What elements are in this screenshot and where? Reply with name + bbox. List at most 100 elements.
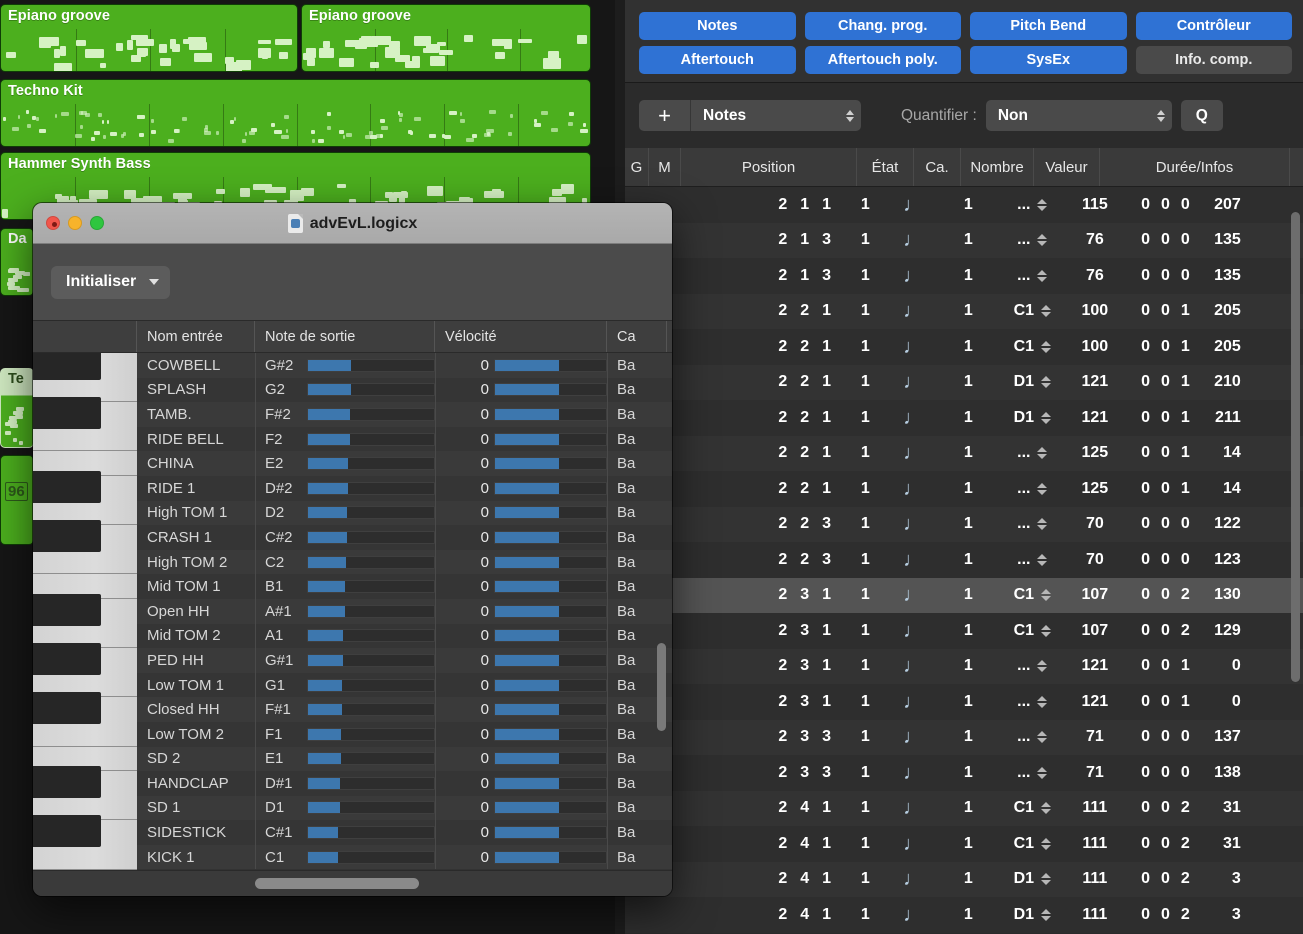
mapper-column-header-out[interactable]: Note de sortie: [255, 321, 435, 352]
velocity-slider[interactable]: [494, 605, 607, 618]
output-note-slider[interactable]: [307, 777, 435, 790]
output-note-cell[interactable]: F2: [255, 427, 435, 452]
list-item[interactable]: CHINAE20Ba: [137, 451, 672, 476]
velocity-slider[interactable]: [494, 531, 607, 544]
mapper-table-body[interactable]: COWBELLG#20BaSPLASHG20BaTAMB.F#20BaRIDE …: [33, 353, 672, 870]
column-header-ca[interactable]: Ca.: [914, 148, 961, 186]
channel-cell[interactable]: Ba: [607, 402, 667, 427]
velocity-cell[interactable]: 0: [435, 451, 607, 476]
table-row[interactable]: 2211♩1D1121001211: [625, 400, 1303, 436]
list-item[interactable]: HANDCLAPD#10Ba: [137, 771, 672, 796]
list-item[interactable]: SIDESTICKC#10Ba: [137, 820, 672, 845]
cell-etat[interactable]: 1: [839, 826, 891, 862]
column-header-valeur[interactable]: Valeur: [1034, 148, 1100, 186]
cell-etat[interactable]: 1: [839, 436, 891, 472]
channel-cell[interactable]: Ba: [607, 845, 667, 870]
output-note-cell[interactable]: F1: [255, 722, 435, 747]
cell-nombre[interactable]: 1: [935, 187, 1002, 223]
cell-duree[interactable]: 000123: [1127, 551, 1303, 569]
cell-valeur[interactable]: ...: [1002, 542, 1063, 578]
list-item[interactable]: Mid TOM 1B10Ba: [137, 574, 672, 599]
cell-nombre[interactable]: 1: [935, 826, 1002, 862]
cell-valeur[interactable]: D1: [1002, 862, 1063, 898]
velocity-slider[interactable]: [494, 703, 607, 716]
list-item[interactable]: SD 1D10Ba: [137, 796, 672, 821]
cell-etat[interactable]: 1: [839, 578, 891, 614]
cell-nombre[interactable]: 1: [935, 329, 1002, 365]
cell-nombre[interactable]: 1: [935, 720, 1002, 756]
piano-black-key[interactable]: [33, 643, 101, 675]
velocity-slider[interactable]: [494, 383, 607, 396]
cell-position[interactable]: 213: [677, 258, 840, 294]
cell-etat[interactable]: 1: [839, 365, 891, 401]
table-row[interactable]: 2131♩1...76000135: [625, 258, 1303, 294]
cell-position[interactable]: 221: [677, 400, 840, 436]
output-note-slider[interactable]: [307, 383, 435, 396]
cell-duree[interactable]: 00231: [1127, 835, 1303, 853]
mapper-column-header-name[interactable]: Nom entrée: [137, 321, 255, 352]
velocity-slider[interactable]: [494, 777, 607, 790]
output-note-cell[interactable]: C#1: [255, 820, 435, 845]
output-note-slider[interactable]: [307, 728, 435, 741]
mapper-rows[interactable]: COWBELLG#20BaSPLASHG20BaTAMB.F#20BaRIDE …: [137, 353, 672, 870]
cell-etat[interactable]: 1: [839, 897, 891, 933]
piano-white-key[interactable]: [33, 722, 137, 747]
preset-popup-button[interactable]: Initialiser: [51, 266, 170, 299]
cell-etat[interactable]: 1: [839, 471, 891, 507]
cell-velocity[interactable]: 111: [1063, 897, 1127, 933]
stepper-icon[interactable]: [1037, 731, 1047, 743]
event-filter-aftertouch-poly[interactable]: Aftertouch poly.: [805, 46, 962, 74]
column-header-nombre[interactable]: Nombre: [961, 148, 1034, 186]
velocity-cell[interactable]: 0: [435, 648, 607, 673]
stepper-icon[interactable]: [1037, 554, 1047, 566]
column-header-position[interactable]: Position: [681, 148, 857, 186]
output-note-cell[interactable]: D1: [255, 796, 435, 821]
output-note-slider[interactable]: [307, 851, 435, 864]
cell-position[interactable]: 233: [677, 720, 840, 756]
output-note-cell[interactable]: D2: [255, 501, 435, 526]
cell-nombre[interactable]: 1: [935, 649, 1002, 685]
cell-duree[interactable]: 000137: [1127, 728, 1303, 746]
output-note-cell[interactable]: D#1: [255, 771, 435, 796]
output-note-slider[interactable]: [307, 629, 435, 642]
table-row[interactable]: 2311♩1C1107002129: [625, 613, 1303, 649]
list-item[interactable]: RIDE 1D#20Ba: [137, 476, 672, 501]
velocity-slider[interactable]: [494, 457, 607, 470]
cell-nombre[interactable]: 1: [935, 542, 1002, 578]
output-note-cell[interactable]: B1: [255, 574, 435, 599]
cell-velocity[interactable]: 121: [1063, 365, 1127, 401]
cell-position[interactable]: 231: [677, 613, 840, 649]
output-note-cell[interactable]: A1: [255, 624, 435, 649]
cell-valeur[interactable]: C1: [1002, 791, 1063, 827]
cell-duree[interactable]: 000122: [1127, 515, 1303, 533]
table-row[interactable]: 2211♩1...12500114: [625, 436, 1303, 472]
velocity-slider[interactable]: [494, 433, 607, 446]
table-row[interactable]: 2231♩1...70000122: [625, 507, 1303, 543]
cell-position[interactable]: 241: [677, 826, 840, 862]
velocity-slider[interactable]: [494, 826, 607, 839]
stepper-icon[interactable]: [1041, 625, 1051, 637]
output-note-cell[interactable]: G#1: [255, 648, 435, 673]
cell-etat[interactable]: 1: [839, 649, 891, 685]
cell-nombre[interactable]: 1: [935, 578, 1002, 614]
output-note-cell[interactable]: C1: [255, 845, 435, 870]
column-header-m[interactable]: M: [649, 148, 681, 186]
list-item[interactable]: CRASH 1C#20Ba: [137, 525, 672, 550]
cell-duree[interactable]: 001210: [1127, 373, 1303, 391]
piano-black-key[interactable]: [33, 692, 101, 724]
list-item[interactable]: KICK 1C10Ba: [137, 845, 672, 870]
cell-velocity[interactable]: 111: [1063, 791, 1127, 827]
list-item[interactable]: PED HHG#10Ba: [137, 648, 672, 673]
stepper-icon[interactable]: [1037, 660, 1047, 672]
cell-etat[interactable]: 1: [839, 542, 891, 578]
velocity-cell[interactable]: 0: [435, 427, 607, 452]
event-filter-notes[interactable]: Notes: [639, 12, 796, 40]
table-row[interactable]: 2311♩1C1107002130: [625, 578, 1303, 614]
cell-velocity[interactable]: 70: [1063, 507, 1127, 543]
cell-velocity[interactable]: 76: [1063, 223, 1127, 259]
stepper-icon[interactable]: [1041, 376, 1051, 388]
cell-valeur[interactable]: C1: [1002, 613, 1063, 649]
cell-etat[interactable]: 1: [839, 187, 891, 223]
cell-nombre[interactable]: 1: [935, 684, 1002, 720]
velocity-cell[interactable]: 0: [435, 599, 607, 624]
